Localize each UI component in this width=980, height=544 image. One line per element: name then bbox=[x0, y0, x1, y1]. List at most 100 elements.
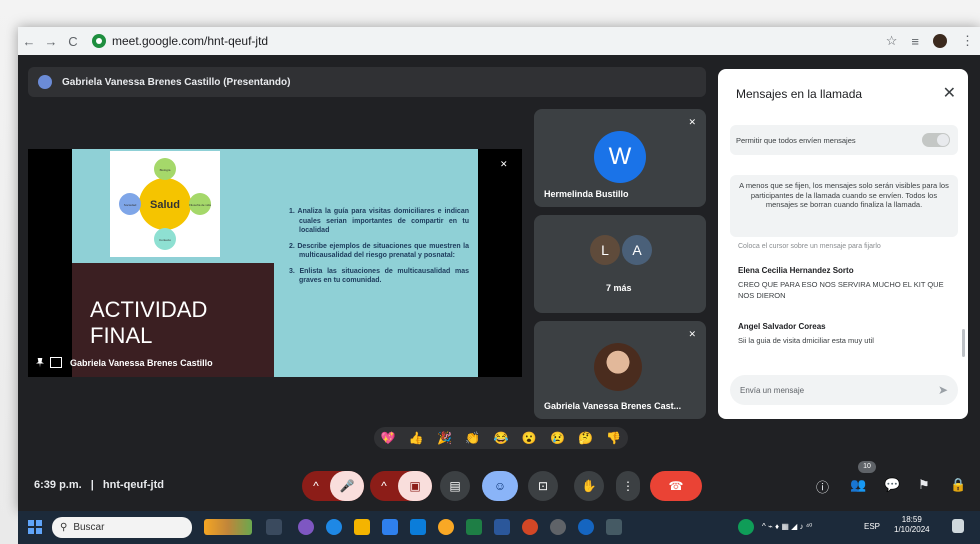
host-controls-lock-icon[interactable]: 🔒 bbox=[950, 477, 966, 493]
browser-alt-icon[interactable] bbox=[578, 519, 594, 535]
reaction-party-icon[interactable]: 🎉 bbox=[437, 431, 452, 445]
shared-slide: Salud Biología Filosofía de vida Context… bbox=[72, 149, 478, 377]
present-button[interactable]: ⊡ bbox=[528, 471, 558, 501]
reaction-thumbs-down-icon[interactable]: 👎 bbox=[606, 431, 621, 445]
mic-options-chevron-icon[interactable]: ^ bbox=[302, 479, 330, 493]
captions-button[interactable]: ▤ bbox=[440, 471, 470, 501]
screen: ← → C meet.google.com/hnt-qeuf-jtd ☆ ≡ ⋮… bbox=[0, 0, 980, 544]
more-options-button[interactable]: ⋮ bbox=[616, 471, 640, 501]
mic-off-button[interactable]: 🎤 bbox=[330, 471, 364, 501]
windows-start-icon[interactable] bbox=[28, 520, 42, 534]
close-icon[interactable]: ✕ bbox=[943, 83, 956, 103]
participant-tile-gabriela[interactable]: ✕ Gabriela Vanessa Brenes Cast... bbox=[534, 321, 706, 419]
language-indicator[interactable]: ESP bbox=[864, 522, 880, 531]
leave-call-button[interactable]: ☎ bbox=[650, 471, 702, 501]
diagram-node-right: Filosofía de vida bbox=[189, 203, 211, 207]
meeting-code: hnt-qeuf-jtd bbox=[102, 479, 164, 491]
people-icon[interactable]: 👥 bbox=[850, 477, 866, 493]
message-text: CREO QUE PARA ESO NOS SERVIRA MUCHO EL K… bbox=[738, 280, 944, 300]
reaction-thumbs-up-icon[interactable]: 👍 bbox=[409, 431, 424, 445]
powerpoint-icon[interactable] bbox=[522, 519, 538, 535]
edge-icon[interactable] bbox=[326, 519, 342, 535]
participant-name: Hermelinda Bustillo bbox=[544, 189, 629, 199]
chat-icon[interactable]: 💬 bbox=[884, 477, 900, 493]
clock-time: 18:59 bbox=[901, 515, 922, 524]
meeting-info: 6:39 p.m. | hnt-qeuf-jtd bbox=[34, 479, 164, 491]
presenter-name-label: Gabriela Vanessa Brenes Castillo bbox=[36, 357, 213, 368]
back-icon[interactable]: ← bbox=[18, 34, 40, 49]
slide-instructions: 1. Analiza la guía para visitas domicili… bbox=[285, 207, 469, 292]
forward-icon[interactable]: → bbox=[40, 34, 62, 49]
camera-off-button[interactable]: ▣ bbox=[398, 471, 432, 501]
tray-app-icon[interactable] bbox=[738, 519, 754, 535]
task-view-icon[interactable] bbox=[266, 519, 282, 535]
profile-avatar[interactable] bbox=[933, 34, 947, 48]
reaction-surprised-icon[interactable]: 😮 bbox=[522, 431, 537, 445]
meeting-separator: | bbox=[90, 479, 94, 491]
allow-messages-toggle[interactable] bbox=[922, 133, 950, 147]
notifications-icon[interactable] bbox=[952, 519, 964, 533]
pin-hint-text: Coloca el cursor sobre un mensaje para f… bbox=[738, 243, 881, 250]
chat-scrollbar[interactable] bbox=[962, 329, 965, 357]
browser-window: ← → C meet.google.com/hnt-qeuf-jtd ☆ ≡ ⋮… bbox=[18, 27, 980, 511]
excel-icon[interactable] bbox=[466, 519, 482, 535]
mic-control: ^ 🎤 bbox=[302, 471, 364, 501]
screen-share-icon bbox=[50, 357, 62, 368]
reload-icon[interactable]: C bbox=[62, 34, 84, 49]
copilot-icon[interactable] bbox=[298, 519, 314, 535]
chat-title: Mensajes en la llamada bbox=[736, 87, 863, 101]
browser-menu-icon[interactable]: ⋮ bbox=[961, 33, 974, 49]
reaction-clap-icon[interactable]: 👏 bbox=[465, 431, 480, 445]
slide-title-line2: FINAL bbox=[90, 323, 153, 348]
presenter-banner-text: Gabriela Vanessa Brenes Castillo (Presen… bbox=[62, 76, 291, 88]
chat-message-input[interactable]: Envía un mensaje ➤ bbox=[730, 375, 958, 405]
participant-tile-others[interactable]: L A 7 más bbox=[534, 215, 706, 313]
raise-hand-button[interactable]: ✋ bbox=[574, 471, 604, 501]
meeting-time: 6:39 p.m. bbox=[34, 479, 82, 491]
health-diagram: Salud Biología Filosofía de vida Context… bbox=[110, 151, 220, 257]
reaction-laugh-icon[interactable]: 😂 bbox=[494, 431, 509, 445]
url-text: meet.google.com/hnt-qeuf-jtd bbox=[112, 34, 269, 48]
word-icon[interactable] bbox=[494, 519, 510, 535]
participant-tile-hermelinda[interactable]: W ✕ Hermelinda Bustillo bbox=[534, 109, 706, 207]
taskbar-search-text: Buscar bbox=[73, 522, 105, 533]
participant-name: Gabriela Vanessa Brenes Cast... bbox=[544, 401, 682, 411]
address-bar-row: ← → C meet.google.com/hnt-qeuf-jtd ☆ ≡ ⋮ bbox=[18, 27, 980, 55]
send-icon[interactable]: ➤ bbox=[938, 383, 948, 397]
camera-options-chevron-icon[interactable]: ^ bbox=[370, 479, 398, 493]
presenter-banner: Gabriela Vanessa Brenes Castillo (Presen… bbox=[28, 67, 706, 97]
presentation-tile[interactable]: Salud Biología Filosofía de vida Context… bbox=[28, 149, 522, 377]
settings-icon[interactable] bbox=[606, 519, 622, 535]
taskbar-search[interactable]: ⚲ Buscar bbox=[52, 517, 192, 538]
reaction-sad-icon[interactable]: 😢 bbox=[550, 431, 565, 445]
system-tray-icons[interactable]: ^ ⌁ ♦ ▦ ◢ ♪ ⁴⁰ bbox=[762, 522, 812, 531]
mic-off-icon: ✕ bbox=[688, 329, 696, 339]
emoji-button[interactable]: ☺ bbox=[482, 471, 518, 501]
slide-item: 2. Describe ejemplos de situaciones que … bbox=[289, 242, 469, 260]
pin-icon[interactable] bbox=[36, 357, 44, 368]
mic-off-icon: ✕ bbox=[688, 117, 696, 127]
chrome-active-icon[interactable] bbox=[550, 519, 566, 535]
presenter-avatar bbox=[38, 75, 52, 89]
chat-message: Elena Cecilia Hernandez Sorto CREO QUE P… bbox=[738, 265, 952, 301]
reaction-thinking-icon[interactable]: 🤔 bbox=[578, 431, 593, 445]
taskbar-clock[interactable]: 18:59 1/10/2024 bbox=[894, 515, 930, 535]
mail-icon[interactable] bbox=[410, 519, 426, 535]
address-bar[interactable]: meet.google.com/hnt-qeuf-jtd bbox=[92, 34, 268, 48]
bookmark-star-icon[interactable]: ☆ bbox=[886, 33, 898, 49]
chat-message: Angel Salvador Coreas Sii la guia de vis… bbox=[738, 321, 952, 346]
weather-widget-icon[interactable] bbox=[204, 519, 252, 535]
reaction-heart-icon[interactable]: 💖 bbox=[381, 431, 396, 445]
meet-stage: Gabriela Vanessa Brenes Castillo (Presen… bbox=[18, 55, 980, 511]
file-explorer-icon[interactable] bbox=[354, 519, 370, 535]
slide-item: 3. Enlista las situaciones de multicausa… bbox=[289, 267, 469, 285]
chrome-icon[interactable] bbox=[438, 519, 454, 535]
browser-actions: ☆ ≡ ⋮ bbox=[886, 27, 974, 55]
participant-avatar: W bbox=[594, 131, 646, 183]
extensions-icon[interactable]: ≡ bbox=[911, 34, 919, 49]
store-icon[interactable] bbox=[382, 519, 398, 535]
diagram-node-left: Sociedad bbox=[124, 203, 137, 207]
info-icon[interactable]: ⓘ bbox=[816, 477, 829, 496]
participant-avatar: L bbox=[590, 235, 620, 265]
activities-icon[interactable]: ⚑ bbox=[918, 477, 930, 493]
